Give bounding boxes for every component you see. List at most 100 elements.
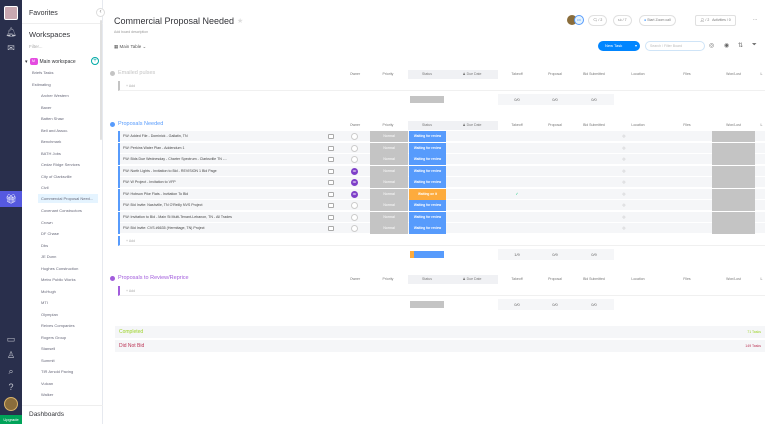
sidebar-board-item[interactable]: Commercial Proposal Need...: [38, 193, 98, 203]
column-header[interactable]: Takeoff: [498, 275, 536, 284]
column-header[interactable]: Files: [662, 70, 712, 79]
eye-icon[interactable]: ◉: [724, 42, 729, 49]
workspace-selector[interactable]: ▾ M Main workspace: [25, 58, 76, 65]
column-header[interactable]: Takeoff: [498, 121, 536, 130]
table-row[interactable]: FW: North Lights - Invitation to Bid - R…: [118, 165, 765, 177]
sidebar-board-item[interactable]: TIR Arnold Paving: [41, 369, 73, 374]
priority-cell[interactable]: Normal: [370, 211, 408, 223]
updates-button[interactable]: 🗨︎ / 2: [588, 15, 608, 26]
add-update-icon[interactable]: [328, 214, 334, 220]
column-header[interactable]: Location: [614, 121, 662, 130]
owner-avatar[interactable]: DR: [351, 179, 358, 186]
won-lost-cell[interactable]: [712, 165, 755, 177]
add-item-row[interactable]: + Add: [118, 81, 765, 91]
location-pin-icon[interactable]: ◎: [614, 131, 634, 142]
takeoff-checkbox[interactable]: [498, 154, 536, 165]
column-header[interactable]: Files: [662, 121, 712, 130]
board-title[interactable]: Commercial Proposal Needed: [114, 16, 234, 26]
column-header[interactable]: Takeoff: [498, 70, 536, 79]
zoom-call-button[interactable]: ● Start Zoom call: [639, 15, 676, 26]
search-icon[interactable]: ⌕: [5, 365, 17, 377]
inbox-icon[interactable]: ✉: [5, 42, 17, 54]
column-header[interactable]: Status: [408, 70, 446, 79]
sidebar-board-item[interactable]: Hughes Construction: [41, 266, 78, 271]
add-update-icon[interactable]: [328, 168, 334, 174]
sidebar-board-item[interactable]: Cedar Ridge Services: [41, 162, 80, 167]
table-row[interactable]: FW: Bid Invite: Nashville, TN O'Reilly N…: [118, 200, 765, 211]
column-header[interactable]: Won/Lost: [712, 275, 755, 284]
group-header[interactable]: Emailed pulses: [110, 70, 155, 76]
status-cell[interactable]: Waiting for review: [409, 223, 446, 234]
status-cell[interactable]: Waiting on it: [409, 188, 446, 200]
new-task-button[interactable]: New Task ▾: [598, 41, 640, 51]
owner-avatar[interactable]: [351, 225, 358, 232]
sidebar-board-item[interactable]: Archer Western: [41, 93, 69, 98]
member-avatar[interactable]: CK: [574, 15, 584, 25]
status-cell[interactable]: Waiting for review: [409, 131, 446, 142]
table-row[interactable]: FW: Added File - Dominick - Gallatin, TN…: [118, 131, 765, 142]
column-header[interactable]: Status: [408, 121, 446, 130]
person-filter-icon[interactable]: ◎: [709, 42, 714, 49]
bell-icon[interactable]: 🔔︎: [5, 26, 17, 38]
column-header[interactable]: ♟ Due Date: [446, 121, 498, 130]
takeoff-checkbox[interactable]: [498, 143, 536, 154]
column-header[interactable]: Owner: [342, 275, 368, 284]
item-name[interactable]: FW: Bids Due Wednesday - Charter Spectru…: [123, 154, 227, 165]
item-name[interactable]: FW: W Project - Invitation to VFP: [123, 177, 176, 188]
collapsed-group[interactable]: Did Not Bid 149 Tasks: [115, 340, 765, 352]
group-title[interactable]: Proposals to Review/Reprice: [118, 275, 189, 281]
sidebar-board-item[interactable]: Briefs Tasks: [32, 70, 54, 75]
group-title[interactable]: Emailed pulses: [118, 70, 155, 76]
sidebar-board-item[interactable]: Metro Public Works: [41, 277, 76, 282]
owner-avatar[interactable]: [351, 156, 358, 163]
star-icon[interactable]: ★: [237, 17, 243, 25]
takeoff-checkbox[interactable]: [498, 212, 536, 223]
item-name[interactable]: FW: Hobson Pike Flats - Invitation To Bi…: [123, 189, 188, 200]
owner-avatar[interactable]: [351, 144, 358, 152]
upgrade-button[interactable]: Upgrade: [0, 415, 22, 424]
group-title[interactable]: Proposals Needed: [118, 121, 163, 127]
won-lost-cell[interactable]: [712, 200, 755, 211]
column-header[interactable]: Location: [614, 275, 662, 284]
status-cell[interactable]: Waiting for review: [409, 142, 446, 154]
table-row[interactable]: FW: Perkins Water Plan - Addendum 1 Norma…: [118, 142, 765, 154]
item-name[interactable]: FW: Perkins Water Plan - Addendum 1: [123, 143, 185, 154]
table-row[interactable]: FW: Bid Invite: CVS #6635 (Hermitage, TN…: [118, 223, 765, 234]
add-update-icon[interactable]: [328, 157, 334, 162]
sidebar-board-item[interactable]: MTI: [41, 300, 48, 305]
help-icon[interactable]: ?: [5, 381, 17, 393]
location-pin-icon[interactable]: ◎: [614, 166, 634, 177]
account-logo[interactable]: [4, 6, 18, 20]
column-header[interactable]: Priority: [368, 275, 408, 284]
add-item-row[interactable]: + Add: [118, 286, 765, 296]
priority-cell[interactable]: Normal: [370, 188, 408, 200]
sidebar-board-item[interactable]: Batten Shaw: [41, 116, 64, 121]
priority-cell[interactable]: Normal: [370, 131, 408, 142]
sidebar-board-item[interactable]: City of Clarksville: [41, 174, 72, 179]
column-header[interactable]: Owner: [342, 70, 368, 79]
sidebar-board-item[interactable]: Dbs: [41, 243, 48, 248]
column-header[interactable]: Proposal: [536, 70, 574, 79]
sidebar-board-item[interactable]: Bell and Assoc.: [41, 128, 68, 133]
sidebar-board-item[interactable]: DF Chase: [41, 231, 59, 236]
status-cell[interactable]: Waiting for review: [409, 177, 446, 188]
sidebar-folder-estimating[interactable]: Estimating: [32, 82, 51, 87]
item-name[interactable]: FW: Bid Invite: CVS #6635 (Hermitage, TN…: [123, 223, 205, 234]
sidebar-board-item[interactable]: Covenant Constructors: [41, 208, 82, 213]
group-header[interactable]: Proposals Needed: [110, 121, 163, 127]
column-header[interactable]: Bid Submitted: [574, 121, 614, 130]
dashboards-heading[interactable]: Dashboards: [29, 411, 64, 418]
item-name[interactable]: FW: Invitation to Bid - Main St Multi-Te…: [123, 212, 232, 223]
table-row[interactable]: FW: Bids Due Wednesday - Charter Spectru…: [118, 154, 765, 165]
priority-cell[interactable]: Normal: [370, 165, 408, 177]
sidebar-board-item[interactable]: Crown: [41, 220, 53, 225]
group-title[interactable]: Did Not Bid: [119, 343, 144, 349]
priority-cell[interactable]: Normal: [370, 154, 408, 165]
location-pin-icon[interactable]: ◎: [614, 189, 634, 200]
collapsed-group[interactable]: Completed 71 Tasks: [115, 326, 765, 338]
group-title[interactable]: Completed: [119, 329, 143, 335]
invite-people-icon[interactable]: ♙: [5, 349, 17, 361]
sidebar-board-item[interactable]: Baxer: [41, 105, 51, 110]
column-header[interactable]: Proposal: [536, 275, 574, 284]
column-header[interactable]: Bid Submitted: [574, 70, 614, 79]
